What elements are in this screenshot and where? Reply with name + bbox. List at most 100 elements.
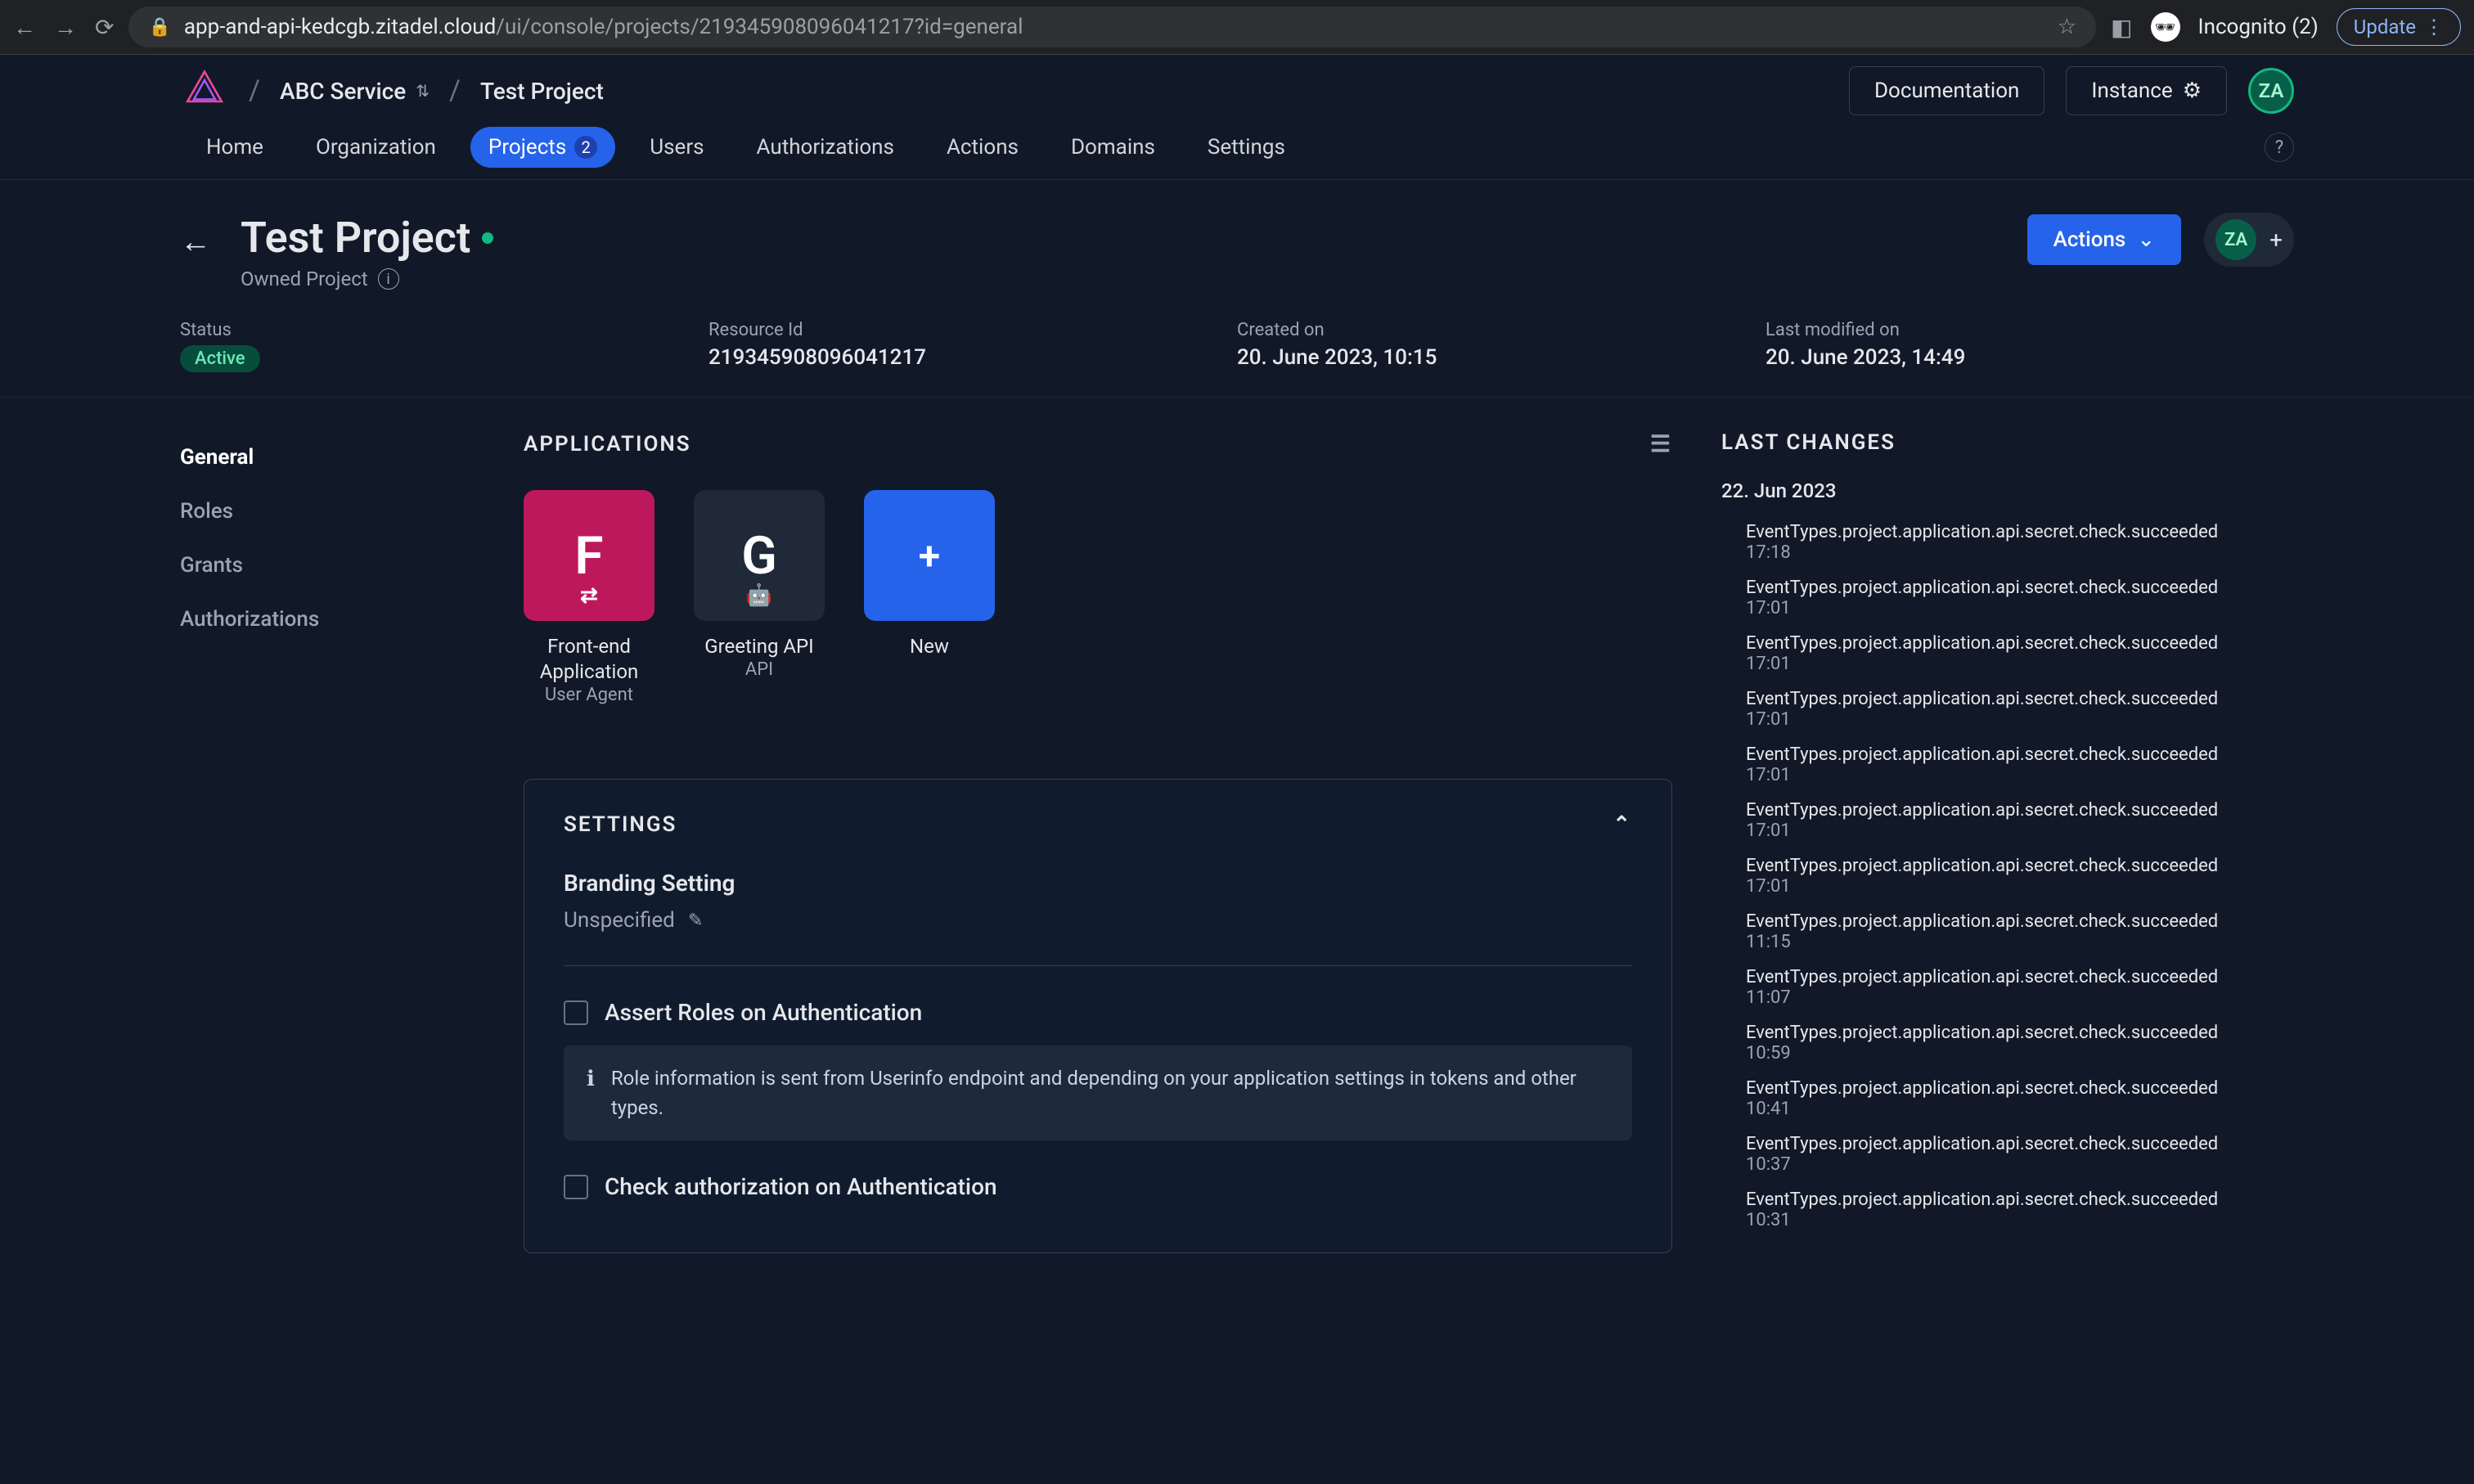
change-time: 10:37 <box>1746 1154 2310 1175</box>
last-changes-title: LAST CHANGES <box>1721 430 2310 455</box>
change-item[interactable]: EventTypes.project.application.api.secre… <box>1721 1189 2310 1230</box>
url-bar[interactable]: 🔒 app-and-api-kedcgb.zitadel.cloud/ui/co… <box>128 7 2096 47</box>
change-event: EventTypes.project.application.api.secre… <box>1746 967 2310 987</box>
applications-section-title: APPLICATIONS ☰ <box>524 430 1672 457</box>
app-header: / ABC Service ⇅ / Test Project Documenta… <box>0 55 2474 127</box>
breadcrumb-org[interactable]: ABC Service ⇅ <box>280 78 430 105</box>
change-event: EventTypes.project.application.api.secre… <box>1746 1189 2310 1210</box>
nav-organization[interactable]: Organization <box>298 127 454 168</box>
zitadel-logo[interactable] <box>180 66 229 115</box>
sidenav-authorizations[interactable]: Authorizations <box>180 592 524 646</box>
chevron-up-icon[interactable]: ⌃ <box>1613 812 1632 837</box>
settings-card: SETTINGS ⌃ Branding Setting Unspecified … <box>524 779 1672 1253</box>
change-item[interactable]: EventTypes.project.application.api.secre… <box>1721 856 2310 897</box>
app-card-greeting-api[interactable]: G 🤖 Greeting API API <box>694 490 825 705</box>
member-avatar[interactable]: ZA <box>2215 219 2256 260</box>
change-time: 17:01 <box>1746 598 2310 618</box>
nav-projects[interactable]: Projects 2 <box>470 127 615 168</box>
user-avatar[interactable]: ZA <box>2248 68 2294 114</box>
change-item[interactable]: EventTypes.project.application.api.secre… <box>1721 744 2310 785</box>
extensions-icon[interactable]: ◧ <box>2111 14 2132 41</box>
change-time: 11:07 <box>1746 987 2310 1008</box>
modified-on-value: 20. June 2023, 14:49 <box>1766 345 2294 370</box>
change-item[interactable]: EventTypes.project.application.api.secre… <box>1721 578 2310 618</box>
browser-toolbar: ← → ⟳ 🔒 app-and-api-kedcgb.zitadel.cloud… <box>0 0 2474 55</box>
assert-roles-checkbox-row[interactable]: Assert Roles on Authentication <box>564 999 1632 1026</box>
actions-dropdown-button[interactable]: Actions ⌄ <box>2027 214 2182 265</box>
sidenav-grants[interactable]: Grants <box>180 538 524 592</box>
modified-on-label: Last modified on <box>1766 320 2294 340</box>
change-item[interactable]: EventTypes.project.application.api.secre… <box>1721 911 2310 952</box>
chevron-updown-icon[interactable]: ⇅ <box>416 81 430 101</box>
incognito-label: Incognito <box>2198 15 2287 39</box>
sidenav-roles[interactable]: Roles <box>180 484 524 538</box>
change-time: 11:15 <box>1746 932 2310 952</box>
change-item[interactable]: EventTypes.project.application.api.secre… <box>1721 800 2310 841</box>
breadcrumb-project[interactable]: Test Project <box>480 78 604 105</box>
change-event: EventTypes.project.application.api.secre… <box>1746 633 2310 654</box>
breadcrumb-separator: / <box>241 74 268 107</box>
change-event: EventTypes.project.application.api.secre… <box>1746 1078 2310 1099</box>
gear-icon: ⚙ <box>2183 79 2202 103</box>
change-event: EventTypes.project.application.api.secre… <box>1746 1134 2310 1154</box>
last-changes-panel: LAST CHANGES 22. Jun 2023 EventTypes.pro… <box>1721 430 2310 1253</box>
app-card-new[interactable]: + New <box>864 490 995 705</box>
change-event: EventTypes.project.application.api.secre… <box>1746 856 2310 876</box>
change-item[interactable]: EventTypes.project.application.api.secre… <box>1721 522 2310 563</box>
resource-id-label: Resource Id <box>708 320 1237 340</box>
change-item[interactable]: EventTypes.project.application.api.secre… <box>1721 689 2310 730</box>
change-item[interactable]: EventTypes.project.application.api.secre… <box>1721 1023 2310 1064</box>
add-member-button[interactable]: + <box>2269 227 2283 254</box>
documentation-button[interactable]: Documentation <box>1849 66 2044 115</box>
browser-update-button[interactable]: Update ⋮ <box>2337 8 2461 46</box>
change-item[interactable]: EventTypes.project.application.api.secre… <box>1721 633 2310 674</box>
status-dot-icon <box>482 232 493 244</box>
info-icon[interactable]: i <box>378 268 399 290</box>
browser-back-icon[interactable]: ← <box>13 14 36 41</box>
nav-users[interactable]: Users <box>632 127 722 168</box>
check-auth-checkbox-row[interactable]: Check authorization on Authentication <box>564 1173 1632 1200</box>
resource-id-value: 219345908096041217 <box>708 345 1237 370</box>
main-content: General Roles Grants Authorizations APPL… <box>0 398 2474 1253</box>
branding-setting-value: Unspecified ✎ <box>564 908 1632 933</box>
assert-roles-info-banner: ℹ Role information is sent from Userinfo… <box>564 1046 1632 1140</box>
change-item[interactable]: EventTypes.project.application.api.secre… <box>1721 1078 2310 1119</box>
nav-domains[interactable]: Domains <box>1053 127 1173 168</box>
nav-authorizations[interactable]: Authorizations <box>739 127 912 168</box>
change-event: EventTypes.project.application.api.secre… <box>1746 800 2310 821</box>
help-button[interactable]: ? <box>2265 133 2294 162</box>
change-item[interactable]: EventTypes.project.application.api.secre… <box>1721 1134 2310 1175</box>
status-label: Status <box>180 320 708 340</box>
checkbox[interactable] <box>564 1001 588 1025</box>
change-time: 17:01 <box>1746 709 2310 730</box>
sidenav-general[interactable]: General <box>180 430 524 484</box>
settings-card-title[interactable]: SETTINGS ⌃ <box>564 812 1632 837</box>
change-item[interactable]: EventTypes.project.application.api.secre… <box>1721 967 2310 1008</box>
change-event: EventTypes.project.application.api.secre… <box>1746 911 2310 932</box>
add-app-tile[interactable]: + <box>864 490 995 621</box>
divider <box>564 965 1632 966</box>
changes-list: EventTypes.project.application.api.secre… <box>1721 522 2310 1230</box>
back-arrow-icon[interactable]: ← <box>180 224 211 260</box>
nav-home[interactable]: Home <box>188 127 281 168</box>
url-host: app-and-api-kedcgb.zitadel.cloud <box>184 15 496 39</box>
browser-reload-icon[interactable]: ⟳ <box>95 14 114 41</box>
changes-date: 22. Jun 2023 <box>1721 479 2310 502</box>
list-view-icon[interactable]: ☰ <box>1650 430 1672 457</box>
instance-button[interactable]: Instance ⚙ <box>2066 66 2227 115</box>
bookmark-star-icon[interactable]: ☆ <box>2058 15 2076 39</box>
nav-settings[interactable]: Settings <box>1190 127 1303 168</box>
change-time: 17:01 <box>1746 654 2310 674</box>
incognito-icon[interactable]: 🕶 <box>2151 12 2180 42</box>
application-cards: F ⇄ Front-end Application User Agent G 🤖… <box>524 490 1672 705</box>
app-card-frontend[interactable]: F ⇄ Front-end Application User Agent <box>524 490 654 705</box>
nav-actions[interactable]: Actions <box>929 127 1037 168</box>
breadcrumb-separator: / <box>441 74 469 107</box>
change-time: 10:41 <box>1746 1099 2310 1119</box>
page-title: Test Project <box>241 213 493 263</box>
change-event: EventTypes.project.application.api.secre… <box>1746 522 2310 542</box>
browser-forward-icon[interactable]: → <box>54 14 77 41</box>
branding-setting-label: Branding Setting <box>564 870 1632 897</box>
checkbox[interactable] <box>564 1175 588 1199</box>
edit-pencil-icon[interactable]: ✎ <box>688 911 703 931</box>
